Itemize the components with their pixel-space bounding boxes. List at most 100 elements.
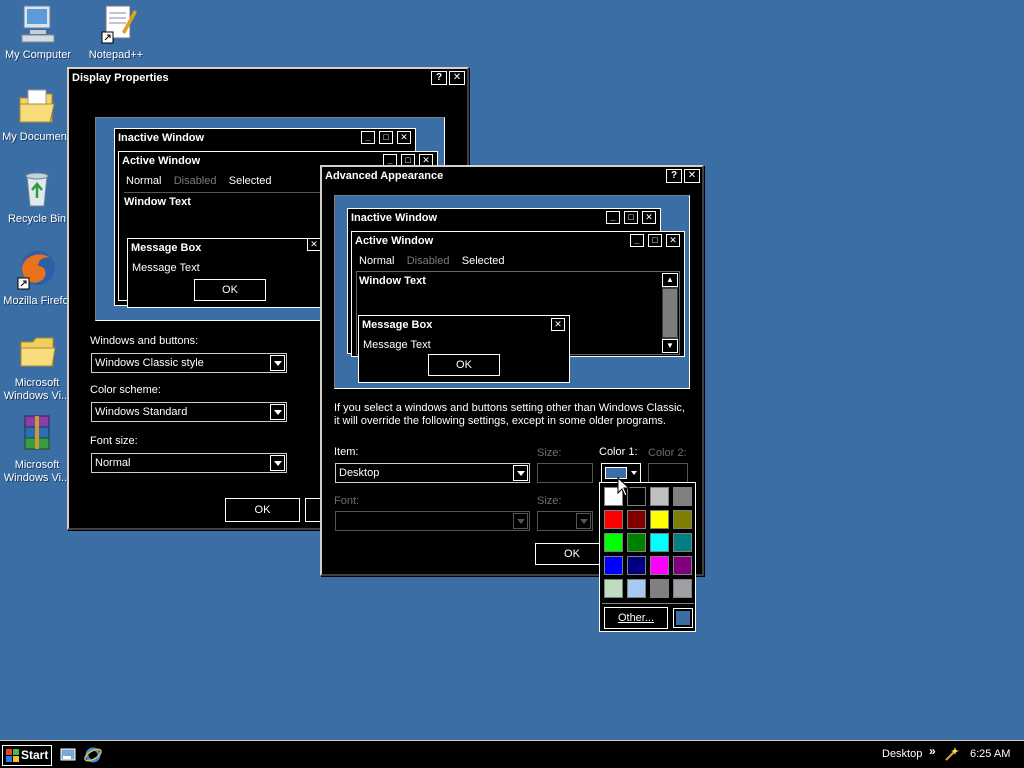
maximize-icon: □ [648, 234, 662, 247]
font-size-select [537, 511, 593, 531]
help-button[interactable]: ? [666, 169, 682, 183]
color-swatch[interactable] [673, 487, 692, 506]
firefox-icon [14, 248, 58, 292]
color1-label: Color 1: [599, 446, 638, 458]
window-title: Advanced Appearance [325, 170, 444, 182]
ok-button[interactable]: OK [535, 543, 609, 565]
desktop-icon-microsoft-windows-vista-1[interactable]: Microsoft Windows Vi... [1, 330, 73, 403]
preview-inactive-title: Inactive Window [118, 132, 205, 144]
show-desktop-icon[interactable] [60, 747, 76, 766]
help-button[interactable]: ? [431, 71, 447, 85]
scroll-down-icon: ▼ [662, 339, 678, 353]
chevron-down-icon[interactable] [270, 355, 285, 371]
tray-wand-icon[interactable] [944, 746, 960, 765]
start-button[interactable]: Start [2, 745, 52, 766]
preview-menu-bar: Normal Disabled Selected [359, 255, 505, 267]
start-label: Start [21, 748, 49, 762]
desktop-icon-mozilla-firefox[interactable]: Mozilla Firefo [0, 248, 72, 308]
preview-active-title: Active Window [122, 155, 201, 167]
windows-buttons-label: Windows and buttons: [90, 335, 199, 347]
preview-scrollbar: ▲ ▼ [662, 273, 678, 353]
color-swatch[interactable] [604, 533, 623, 552]
font-size-select[interactable]: Normal [91, 453, 287, 473]
preview-message-box[interactable]: Message Box ✕ Message Text OK [358, 315, 570, 383]
other-colors-button[interactable]: Other... [604, 607, 668, 629]
maximize-icon: □ [379, 131, 393, 144]
chevron-down-icon[interactable] [270, 404, 285, 420]
preview-menu-bar: Normal Disabled Selected [126, 175, 272, 187]
ok-button[interactable]: OK [225, 498, 300, 522]
advanced-appearance-title-bar[interactable]: Advanced Appearance ? ✕ [322, 167, 702, 185]
desktop-toolbar-label[interactable]: Desktop [882, 748, 922, 760]
color-swatch[interactable] [627, 533, 646, 552]
current-color-swatch[interactable] [673, 608, 693, 628]
display-properties-title-bar[interactable]: Display Properties ? ✕ [69, 69, 467, 87]
preview-msgbox-ok: OK [194, 279, 266, 301]
preview-msgbox-title: Message Box [131, 242, 202, 254]
desktop-icon-recycle-bin[interactable]: Recycle Bin [1, 166, 73, 226]
color-swatch[interactable] [604, 579, 623, 598]
advanced-appearance-preview[interactable]: Inactive Window _ □ ✕ Active Window _ □ … [334, 195, 690, 389]
clock[interactable]: 6:25 AM [970, 748, 1010, 760]
menu-normal: Normal [126, 175, 162, 187]
item-size-label: Size: [537, 447, 562, 459]
item-label: Item: [334, 446, 359, 458]
color-swatch[interactable] [673, 556, 692, 575]
override-note-line-2: it will override the following settings,… [334, 415, 666, 427]
chevron-down-icon [576, 513, 591, 529]
desktop-icon-my-documents[interactable]: My Document [0, 84, 72, 144]
color-swatch[interactable] [650, 487, 669, 506]
color-swatch[interactable] [673, 579, 692, 598]
color-swatch[interactable] [673, 533, 692, 552]
color-palette-dropdown[interactable]: Other... [599, 482, 696, 632]
color-swatch[interactable] [650, 510, 669, 529]
toolbar-chevron[interactable]: » [929, 744, 936, 758]
windows-logo-icon [6, 749, 19, 768]
close-icon: ✕ [397, 131, 411, 144]
chevron-down-icon[interactable] [270, 455, 285, 471]
window-title: Display Properties [72, 72, 169, 84]
font-label: Font: [334, 495, 360, 507]
color-swatch[interactable] [673, 510, 692, 529]
scroll-up-icon: ▲ [662, 273, 678, 287]
font-size-label: Size: [537, 495, 562, 507]
desktop-icon-microsoft-windows-vista-2[interactable]: Microsoft Windows Vi... [1, 412, 73, 485]
internet-explorer-icon[interactable] [84, 746, 102, 767]
menu-selected: Selected [461, 255, 505, 267]
close-button[interactable]: ✕ [449, 71, 465, 85]
color-swatch[interactable] [627, 510, 646, 529]
preview-msgbox-title-bar: Message Box [128, 239, 326, 257]
item-value: Desktop [339, 467, 380, 479]
documents-folder-icon [14, 84, 58, 128]
menu-selected: Selected [228, 175, 272, 187]
chevron-down-icon[interactable] [513, 465, 528, 481]
notepad-icon [94, 2, 138, 46]
font-size-value: Normal [95, 457, 131, 469]
color-swatch[interactable] [650, 533, 669, 552]
close-icon: ✕ [642, 211, 656, 224]
color-swatch[interactable] [604, 510, 623, 529]
item-size-spinner [537, 463, 593, 483]
color-swatch[interactable] [604, 556, 623, 575]
preview-inactive-title-bar: Inactive Window _ □ ✕ [348, 209, 660, 227]
desktop-icon-my-computer[interactable]: My Computer [2, 2, 74, 62]
chevron-down-icon [631, 471, 637, 475]
color-swatch[interactable] [627, 579, 646, 598]
color-scheme-select[interactable]: Windows Standard [91, 402, 287, 422]
windows-buttons-select[interactable]: Windows Classic style [91, 353, 287, 373]
preview-active-title-bar: Active Window _ □ ✕ [352, 232, 684, 250]
close-icon: ✕ [551, 318, 565, 331]
maximize-icon: □ [624, 211, 638, 224]
color-swatch[interactable] [650, 579, 669, 598]
computer-icon [16, 2, 60, 46]
preview-window-text: Window Text [124, 196, 191, 208]
preview-inactive-title-bar: Inactive Window _ □ ✕ [115, 129, 415, 147]
color-swatch[interactable] [627, 556, 646, 575]
desktop-icon-notepad-plus[interactable]: Notepad++ [80, 2, 152, 62]
taskbar: Start Desktop » 6:25 AM [0, 740, 1024, 768]
item-select[interactable]: Desktop [335, 463, 530, 483]
color-swatch[interactable] [650, 556, 669, 575]
color-scheme-label: Color scheme: [90, 384, 161, 396]
scroll-thumb [663, 289, 677, 337]
close-button[interactable]: ✕ [684, 169, 700, 183]
